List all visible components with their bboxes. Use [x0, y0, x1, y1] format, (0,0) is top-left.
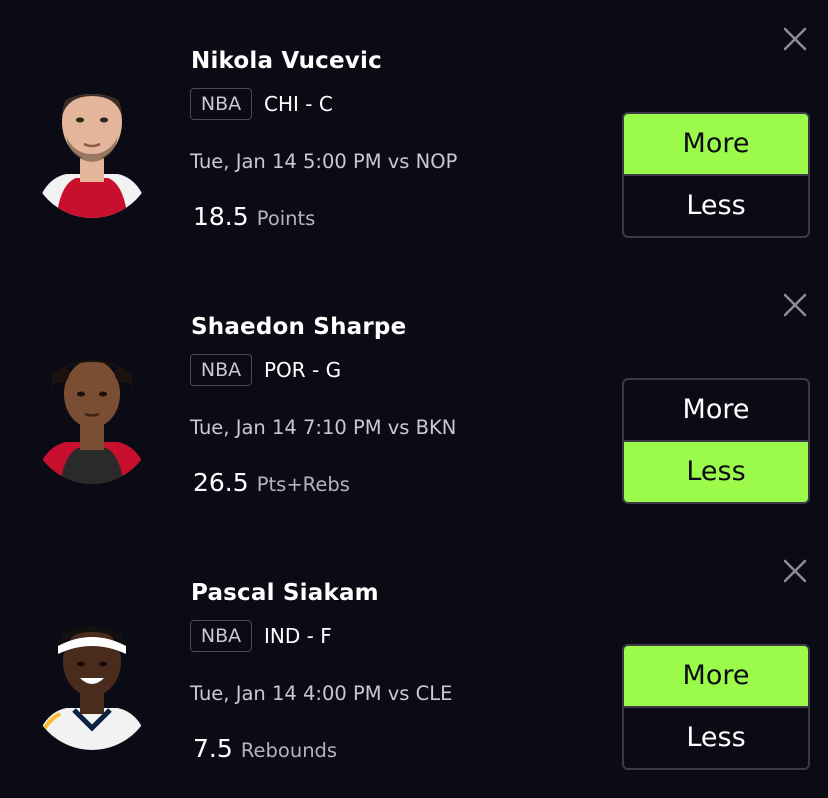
pick-card: Nikola Vucevic NBA CHI - C Tue, Jan 14 5… [0, 0, 828, 266]
less-button[interactable]: Less [624, 176, 808, 236]
more-less-toggle: More Less [622, 112, 810, 238]
line-value: 7.5 [193, 734, 233, 763]
league-badge: NBA [190, 88, 252, 120]
game-time: Tue, Jan 14 5:00 PM vs NOP [190, 150, 458, 173]
player-headshot [30, 62, 154, 220]
projection-line: 18.5 Points [193, 200, 315, 237]
pick-card: Shaedon Sharpe NBA POR - G Tue, Jan 14 7… [0, 266, 828, 532]
more-less-toggle: More Less [622, 644, 810, 770]
close-icon[interactable] [780, 290, 810, 320]
player-headshot [30, 594, 154, 752]
more-button[interactable]: More [624, 646, 808, 706]
more-button[interactable]: More [624, 114, 808, 174]
stat-label: Rebounds [240, 739, 338, 762]
projection-line: 26.5 Pts+Rebs [193, 466, 350, 503]
close-icon[interactable] [780, 556, 810, 586]
projection-line: 7.5 Rebounds [193, 732, 337, 769]
stat-label: Points [256, 207, 316, 230]
game-time: Tue, Jan 14 7:10 PM vs BKN [190, 416, 457, 439]
team-position: CHI - C [264, 92, 333, 116]
player-headshot [30, 328, 154, 486]
team-position: POR - G [264, 358, 342, 382]
line-value: 18.5 [193, 202, 249, 231]
more-less-toggle: More Less [622, 378, 810, 504]
pick-card: Pascal Siakam NBA IND - F Tue, Jan 14 4:… [0, 532, 828, 798]
close-icon[interactable] [780, 24, 810, 54]
less-button[interactable]: Less [624, 442, 808, 502]
league-badge: NBA [190, 354, 252, 386]
league-badge: NBA [190, 620, 252, 652]
more-button[interactable]: More [624, 380, 808, 440]
stat-label: Pts+Rebs [256, 473, 350, 496]
game-time: Tue, Jan 14 4:00 PM vs CLE [190, 682, 453, 705]
player-name: Nikola Vucevic [191, 48, 382, 74]
less-button[interactable]: Less [624, 708, 808, 768]
player-name: Pascal Siakam [191, 580, 379, 606]
line-value: 26.5 [193, 468, 249, 497]
player-name: Shaedon Sharpe [191, 314, 407, 340]
team-position: IND - F [264, 624, 332, 648]
